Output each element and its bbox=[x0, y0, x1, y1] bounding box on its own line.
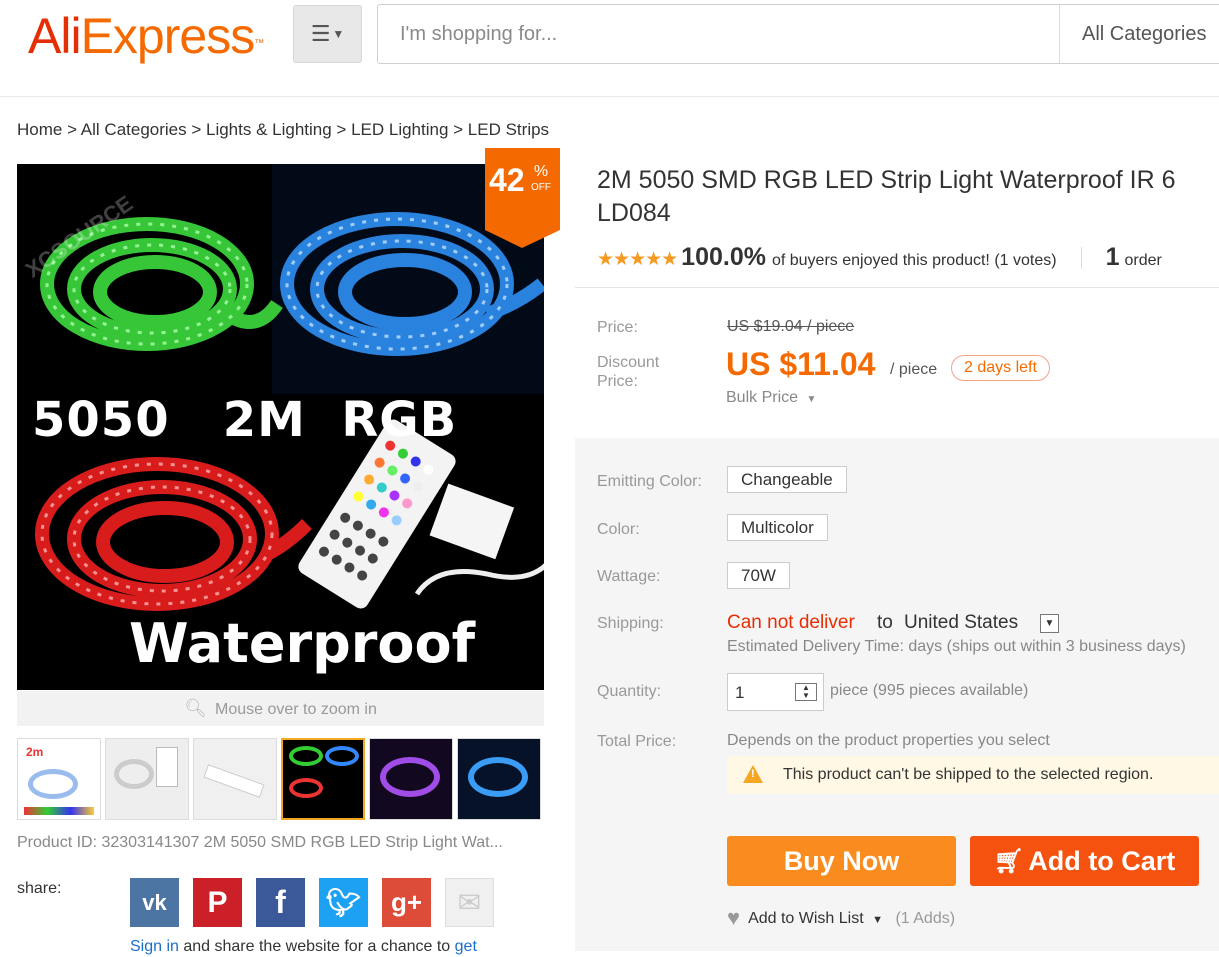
thumbnail-strip: 2m bbox=[17, 738, 541, 820]
thumbnail-1[interactable]: 2m bbox=[17, 738, 101, 820]
wish-list-count: (1 Adds) bbox=[895, 910, 956, 927]
product-id: Product ID: 32303141307 2M 5050 SMD RGB … bbox=[17, 834, 503, 851]
twitter-share-icon[interactable]: 🐦︎ bbox=[319, 878, 368, 927]
facebook-share-icon[interactable]: f bbox=[256, 878, 305, 927]
breadcrumb-lights[interactable]: Lights & Lighting bbox=[206, 120, 332, 139]
title-divider bbox=[575, 287, 1219, 288]
categories-menu-button[interactable]: ☰ ▼ bbox=[293, 5, 362, 63]
breadcrumb-all-categories[interactable]: All Categories bbox=[81, 120, 187, 139]
main-product-image[interactable]: 5050 2M RGB Waterproof XCSOURCE bbox=[17, 164, 544, 690]
quantity-available: piece (995 pieces available) bbox=[830, 682, 1029, 699]
shipping-warning: This product can't be shipped to the sel… bbox=[727, 756, 1219, 794]
breadcrumb-home[interactable]: Home bbox=[17, 120, 62, 139]
heart-icon[interactable]: ♥ bbox=[727, 905, 740, 930]
get-link[interactable]: get bbox=[455, 938, 477, 955]
chevron-down-icon: ▼ bbox=[332, 27, 345, 41]
warning-icon bbox=[743, 765, 763, 783]
image-text-5050-2m-rgb: 5050 2M RGB bbox=[32, 392, 458, 448]
caret-down-icon: ▼ bbox=[806, 394, 817, 405]
buy-now-button[interactable]: Buy Now bbox=[727, 836, 956, 886]
discount-badge: 42 % OFF bbox=[485, 148, 560, 248]
wish-list-row: ♥ Add to Wish List ▼ (1 Adds) bbox=[727, 905, 955, 931]
thumbnail-3[interactable] bbox=[193, 738, 277, 820]
price-label: Price: bbox=[597, 319, 638, 336]
orders-label: order bbox=[1124, 252, 1162, 269]
country-dropdown-icon[interactable]: ▼ bbox=[1040, 614, 1059, 633]
chevron-down-icon[interactable]: ▼ bbox=[872, 914, 883, 926]
cart-icon: 🛒︎ bbox=[993, 847, 1025, 875]
rating-description[interactable]: of buyers enjoyed this product! (1 votes… bbox=[772, 252, 1057, 270]
rating-divider bbox=[1080, 246, 1082, 269]
magnifier-icon: 🔍︎ bbox=[184, 698, 207, 718]
breadcrumb-led-lighting[interactable]: LED Lighting bbox=[351, 120, 448, 139]
thumbnail-5[interactable] bbox=[369, 738, 453, 820]
thumbnail-6[interactable] bbox=[457, 738, 541, 820]
quantity-label: Quantity: bbox=[597, 683, 662, 700]
bulk-price-toggle[interactable]: Bulk Price ▼ bbox=[726, 389, 816, 407]
shipping-label: Shipping: bbox=[597, 615, 664, 632]
quantity-stepper[interactable]: 1 ▲ ▼ bbox=[727, 673, 824, 711]
rating-percent: 100.0% bbox=[681, 243, 766, 271]
discount-price: US $11.04 bbox=[726, 346, 876, 382]
zoom-hint: 🔍︎ Mouse over to zoom in bbox=[17, 691, 544, 726]
thumbnail-2[interactable] bbox=[105, 738, 189, 820]
search-bar: All Categories bbox=[377, 4, 1219, 64]
search-input[interactable] bbox=[378, 5, 1058, 63]
color-label: Color: bbox=[597, 521, 640, 538]
ship-country[interactable]: United States bbox=[904, 612, 1018, 634]
orders-count: 1 bbox=[1105, 243, 1120, 271]
quantity-value[interactable]: 1 bbox=[735, 683, 744, 703]
sign-in-link[interactable]: Sign in bbox=[130, 938, 179, 955]
wattage-option[interactable]: 70W bbox=[727, 562, 790, 589]
vk-share-icon[interactable]: vk bbox=[130, 878, 179, 927]
emitting-color-option[interactable]: Changeable bbox=[727, 466, 847, 493]
breadcrumb: Home > All Categories > Lights & Lightin… bbox=[17, 120, 550, 139]
total-price-label: Total Price: bbox=[597, 733, 677, 750]
hamburger-menu-icon: ☰ bbox=[310, 21, 331, 46]
product-title: 2M 5050 SMD RGB LED Strip Light Waterpro… bbox=[597, 166, 1176, 227]
days-left-badge: 2 days left bbox=[951, 355, 1050, 381]
emitting-color-label: Emitting Color: bbox=[597, 473, 702, 490]
share-label: share: bbox=[17, 880, 62, 897]
add-to-wish-list-link[interactable]: Add to Wish List bbox=[748, 910, 864, 927]
image-text-waterproof: Waterproof bbox=[129, 612, 476, 675]
ship-to-text: to bbox=[877, 612, 893, 633]
discount-price-label: Discount Price: bbox=[597, 354, 660, 390]
star-rating-icon: ★★★★★ bbox=[597, 249, 678, 270]
pinterest-share-icon[interactable]: P bbox=[193, 878, 242, 927]
aliexpress-logo[interactable]: AliExpress™ bbox=[28, 6, 264, 66]
thumbnail-4-selected[interactable] bbox=[281, 738, 365, 820]
color-option[interactable]: Multicolor bbox=[727, 514, 828, 541]
breadcrumb-led-strips[interactable]: LED Strips bbox=[468, 120, 549, 139]
rating-row: ★★★★★ 100.0% of buyers enjoyed this prod… bbox=[597, 243, 1162, 272]
delivery-time: Estimated Delivery Time: days (ships out… bbox=[727, 638, 1186, 655]
original-price: US $19.04 / piece bbox=[727, 318, 855, 335]
price-unit: / piece bbox=[890, 361, 938, 378]
share-sign-in-line: Sign in and share the website for a chan… bbox=[130, 938, 477, 955]
site-header: AliExpress™ ☰▼ All Categories bbox=[0, 0, 1219, 97]
total-price-description: Depends on the product properties you se… bbox=[727, 732, 1050, 749]
category-select[interactable]: All Categories bbox=[1059, 5, 1219, 63]
add-to-cart-button[interactable]: 🛒︎ Add to Cart bbox=[970, 836, 1199, 886]
google-plus-share-icon[interactable]: g+ bbox=[382, 878, 431, 927]
cannot-deliver-text: Can not deliver bbox=[727, 612, 855, 633]
wattage-label: Wattage: bbox=[597, 568, 661, 585]
email-share-icon[interactable]: ✉ bbox=[445, 878, 494, 927]
quantity-spin-icon[interactable]: ▲ ▼ bbox=[795, 683, 817, 701]
